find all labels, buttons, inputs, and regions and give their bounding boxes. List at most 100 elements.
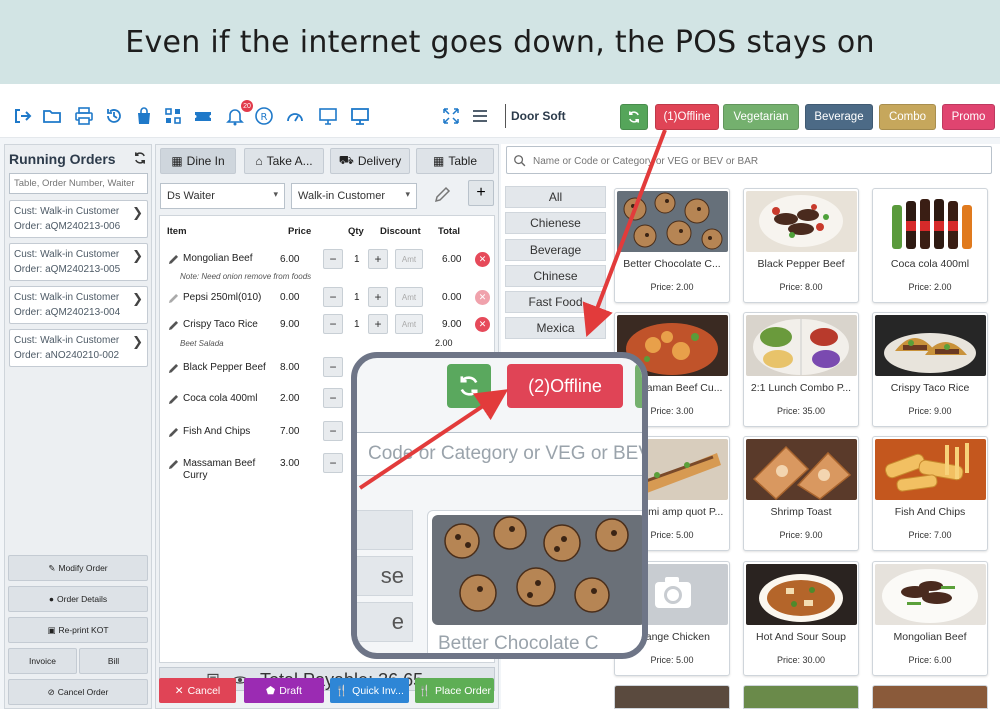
modify-order-button[interactable]: ✎ Modify Order — [8, 555, 148, 581]
dashboard-icon[interactable] — [285, 106, 305, 126]
bell-icon[interactable]: 20 — [225, 100, 253, 126]
place-order-button[interactable]: 🍴 Place Order — [415, 678, 494, 703]
increase-qty-button[interactable]: + — [368, 314, 388, 334]
monitor-icon[interactable] — [318, 106, 338, 126]
cancel-label: Cancel — [187, 684, 221, 697]
decrease-qty-button[interactable]: − — [323, 421, 343, 441]
ticket-icon[interactable] — [193, 106, 213, 126]
pencil-icon[interactable] — [167, 292, 180, 305]
product-image — [746, 564, 857, 625]
product-card[interactable]: Shrimp Toast Price: 9.00 — [743, 436, 859, 551]
product-image — [875, 564, 986, 625]
product-card[interactable]: Better Chocolate C... Price: 2.00 — [614, 188, 730, 303]
remove-item-button[interactable]: ✕ — [475, 252, 490, 267]
product-card[interactable]: Coca cola 400ml Price: 2.00 — [872, 188, 988, 303]
product-card[interactable] — [614, 685, 730, 709]
product-card[interactable] — [743, 685, 859, 709]
pencil-icon[interactable] — [167, 362, 180, 375]
draft-button[interactable]: ⬟ Draft — [244, 678, 324, 703]
beverage-button[interactable]: Beverage — [805, 104, 873, 130]
product-card[interactable] — [872, 685, 988, 709]
tab-table[interactable]: ▦ Table — [416, 148, 494, 174]
registered-icon[interactable]: R — [254, 106, 274, 126]
menu-icon[interactable] — [470, 106, 490, 126]
tab-take-away[interactable]: ⌂ Take A... — [244, 148, 324, 174]
decrease-qty-button[interactable]: − — [323, 453, 343, 473]
increase-qty-button[interactable]: + — [368, 287, 388, 307]
discount-input[interactable]: Amt — [395, 249, 423, 269]
increase-qty-button[interactable]: + — [368, 249, 388, 269]
product-card[interactable]: Fish And Chips Price: 7.00 — [872, 436, 988, 551]
display-icon[interactable] — [350, 106, 370, 126]
remove-item-button[interactable]: ✕ — [475, 290, 490, 305]
column-header: Qty — [348, 226, 364, 237]
order-number: Order: aQM240213-005 — [14, 264, 121, 275]
category-beverage[interactable]: Beverage — [505, 239, 606, 261]
column-header: Price — [288, 226, 312, 237]
draft-label: Draft — [279, 684, 302, 697]
promo-button[interactable]: Promo — [942, 104, 995, 130]
table-icon: ▦ — [432, 154, 445, 168]
tab-delivery[interactable]: ⛟ Delivery — [330, 148, 410, 174]
decrease-qty-button[interactable]: − — [323, 287, 343, 307]
category-mexican[interactable]: Mexica — [505, 317, 606, 339]
category-fast-food[interactable]: Fast Food — [505, 291, 606, 313]
product-price: Price: 8.00 — [779, 282, 823, 292]
running-order-card[interactable]: Cust: Walk-in Customer Order: aQM240213-0… — [9, 243, 148, 281]
invoice-button[interactable]: Invoice — [8, 648, 77, 674]
refresh-icon[interactable] — [133, 151, 147, 165]
pencil-icon[interactable] — [432, 185, 452, 205]
pencil-icon[interactable] — [167, 319, 180, 332]
reprint-kot-button[interactable]: ▣ Re-print KOT — [8, 617, 148, 643]
combo-button[interactable]: Combo — [879, 104, 936, 130]
bill-button[interactable]: Bill — [79, 648, 148, 674]
search-icon — [514, 155, 526, 167]
grid-icon[interactable] — [163, 106, 183, 126]
product-image — [875, 191, 986, 252]
discount-input[interactable]: Amt — [395, 287, 423, 307]
fullscreen-icon[interactable] — [441, 106, 461, 126]
order-details-button[interactable]: ● Order Details — [8, 586, 148, 612]
category-chienese[interactable]: Chienese — [505, 212, 606, 234]
logout-icon[interactable] — [12, 106, 32, 126]
order-item-name: Fish And Chips — [167, 426, 250, 439]
decrease-qty-button[interactable]: − — [323, 357, 343, 377]
sync-button[interactable] — [620, 104, 648, 130]
cancel-order-button[interactable]: ⊘ Cancel Order — [8, 679, 148, 705]
running-order-card[interactable]: Cust: Walk-in Customer Order: aQM240213-0… — [9, 200, 148, 238]
pencil-icon[interactable] — [167, 393, 180, 406]
waiter-select[interactable]: Ds Waiter ▾ — [160, 183, 285, 209]
offline-button[interactable]: (1)Offline — [655, 104, 719, 130]
add-customer-button[interactable]: + — [468, 180, 494, 206]
product-card[interactable]: Black Pepper Beef Price: 8.00 — [743, 188, 859, 303]
bag-icon[interactable] — [134, 106, 154, 126]
running-orders-search[interactable] — [9, 173, 148, 194]
quick-invoice-button[interactable]: 🍴 Quick Inv... — [330, 678, 409, 703]
decrease-qty-button[interactable]: − — [323, 314, 343, 334]
product-card[interactable]: Mongolian Beef Price: 6.00 — [872, 561, 988, 676]
pencil-icon[interactable] — [167, 253, 180, 266]
discount-input[interactable]: Amt — [395, 314, 423, 334]
category-chinese[interactable]: Chinese — [505, 265, 606, 287]
running-order-card[interactable]: Cust: Walk-in Customer Order: aNO240210-0… — [9, 329, 148, 367]
pencil-icon[interactable] — [167, 458, 180, 471]
print-icon[interactable] — [74, 106, 94, 126]
remove-item-button[interactable]: ✕ — [475, 317, 490, 332]
bag-icon: ⌂ — [255, 154, 263, 168]
customer-select[interactable]: Walk-in Customer ▾ — [291, 183, 417, 209]
product-card[interactable]: 2:1 Lunch Combo P... Price: 35.00 — [743, 312, 859, 427]
pencil-icon[interactable] — [167, 426, 180, 439]
category-all[interactable]: All — [505, 186, 606, 208]
vegetarian-button[interactable]: Vegetarian — [723, 104, 799, 130]
running-order-card[interactable]: Cust: Walk-in Customer Order: aQM240213-0… — [9, 286, 148, 324]
product-search-input[interactable] — [533, 151, 983, 171]
decrease-qty-button[interactable]: − — [323, 388, 343, 408]
cancel-button[interactable]: ✕ Cancel — [159, 678, 236, 703]
tab-dine-in[interactable]: ▦ Dine In — [160, 148, 236, 174]
decrease-qty-button[interactable]: − — [323, 249, 343, 269]
product-card[interactable]: Hot And Sour Soup Price: 30.00 — [743, 561, 859, 676]
product-card[interactable]: Crispy Taco Rice Price: 9.00 — [872, 312, 988, 427]
history-icon[interactable] — [104, 106, 124, 126]
folder-icon[interactable] — [42, 106, 62, 126]
product-search[interactable] — [506, 146, 992, 174]
